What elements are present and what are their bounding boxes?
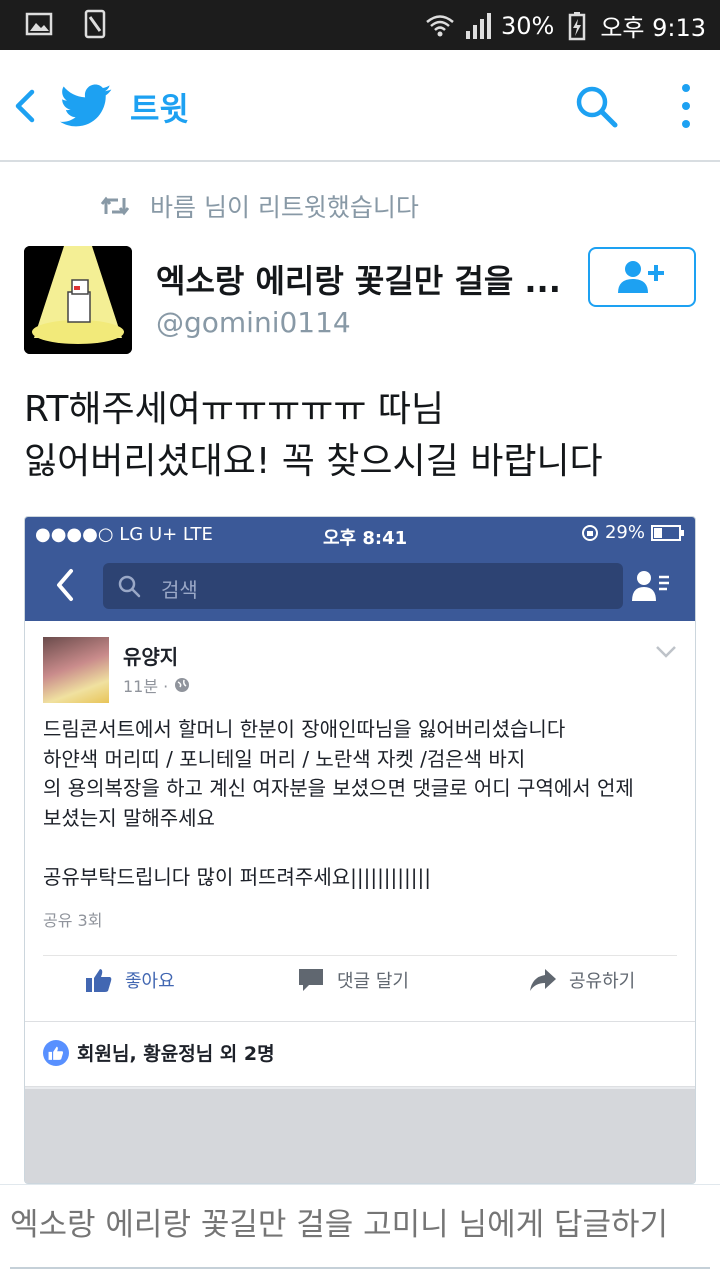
embedded-like-action: 좋아요	[85, 967, 175, 993]
clock: 오후 9:13	[600, 14, 706, 42]
embedded-share-action: 공유하기	[529, 967, 635, 993]
embedded-post-author: 유양지	[123, 645, 179, 669]
embedded-divider	[25, 1021, 695, 1022]
retweeted-by[interactable]: 바름 님이 리트윗했습니다	[100, 188, 419, 224]
embedded-post-card: 유양지 11분 · 드림콘서트에서 할머니 한분이 장애인따님을 잃어버리셨습니…	[25, 621, 695, 1087]
tweet-line: 잃어버리셨대요! 꼭 찾으시길 바랍니다	[24, 441, 603, 482]
battery-icon	[651, 524, 684, 541]
embedded-search-icon	[118, 575, 141, 598]
embedded-like-summary-text: 회원님, 황윤정님 외 2명	[77, 1043, 275, 1065]
embedded-post-line: 드림콘서트에서 할머니 한분이 장애인따님을 잃어버리셨습니다	[43, 717, 566, 741]
battery-percent: 30%	[500, 11, 555, 40]
embedded-post-body: 드림콘서트에서 할머니 한분이 장애인따님을 잃어버리셨습니다 하얀색 머리띠 …	[43, 715, 683, 892]
friends-icon	[632, 571, 669, 601]
page-title: 트윗	[130, 90, 189, 128]
overflow-menu-icon[interactable]	[674, 80, 698, 132]
embedded-like-summary: 회원님, 황윤정님 외 2명	[43, 1039, 275, 1066]
embedded-share-count: 공유 3회	[43, 911, 103, 930]
reply-input[interactable]	[0, 1185, 720, 1265]
embedded-post-time-text: 11분 ·	[123, 677, 169, 696]
embedded-search-placeholder: 검색	[161, 578, 198, 602]
gallery-notification-icon	[25, 12, 53, 36]
embedded-like-label: 좋아요	[125, 971, 175, 992]
reply-bar[interactable]	[0, 1184, 720, 1280]
embedded-clock: 오후 8:41	[323, 528, 408, 549]
embedded-status-bar: ●●●●○ LG U+ LTE 오후 8:41 29%	[25, 517, 695, 551]
signal-icon	[465, 12, 491, 39]
system-status-bar: 30% 오후 9:13	[0, 0, 720, 50]
rotation-lock-icon	[581, 524, 598, 541]
embedded-comment-action: 댓글 달기	[297, 967, 409, 993]
globe-icon	[175, 678, 190, 692]
follow-button[interactable]	[588, 247, 696, 307]
embedded-battery-percent: 29%	[604, 522, 645, 543]
tweet-line: RT해주세여ㅠㅠㅠㅠㅠ 따님	[24, 389, 445, 430]
add-user-icon	[618, 261, 664, 293]
embedded-post-line: 보셨는지 말해주세요	[43, 805, 215, 830]
tweet-media-image[interactable]: ●●●●○ LG U+ LTE 오후 8:41 29% 검색 유양지 11분 ·…	[24, 516, 696, 1184]
tweet-text: RT해주세여ㅠㅠㅠㅠㅠ 따님 잃어버리셨대요! 꼭 찾으시길 바랍니다	[24, 384, 704, 488]
embedded-back-icon	[57, 569, 73, 601]
embedded-action-row: 좋아요 댓글 달기 공유하기	[25, 967, 695, 1011]
comment-icon	[299, 969, 323, 991]
embedded-battery: 29%	[581, 522, 685, 543]
author-handle[interactable]: @gomini0114	[156, 306, 351, 339]
wifi-icon	[426, 14, 454, 36]
embedded-empty-area	[25, 1089, 695, 1183]
thumbs-up-icon	[86, 969, 112, 992]
embedded-post-line: 하얀색 머리띠 / 포니테일 머리 / 노란색 자켓 /검은색 바지	[43, 746, 526, 771]
screenshot-notification-icon	[84, 9, 106, 39]
chevron-down-icon	[656, 646, 676, 658]
embedded-post-line: 공유부탁드립니다 많이 퍼뜨려주세요||||||||||||	[43, 864, 431, 889]
author-avatar[interactable]	[24, 246, 132, 354]
retweet-icon	[100, 196, 130, 216]
retweet-label: 바름 님이 리트윗했습니다	[150, 193, 419, 222]
like-reaction-icon	[43, 1039, 69, 1066]
reply-underline	[10, 1267, 710, 1269]
embedded-post-line	[43, 833, 683, 863]
author-name[interactable]: 엑소랑 에리랑 꽃길만 걸을 ...	[156, 256, 566, 302]
back-chevron-icon[interactable]	[12, 88, 40, 124]
embedded-divider	[43, 955, 677, 956]
embedded-post-avatar	[43, 637, 109, 703]
share-arrow-icon	[530, 969, 556, 991]
twitter-bird-icon[interactable]	[60, 84, 112, 128]
embedded-share-label: 공유하기	[569, 971, 636, 992]
battery-charging-icon	[569, 11, 586, 40]
embedded-comment-label: 댓글 달기	[337, 971, 409, 992]
embedded-post-line: 의 용의복장을 하고 계신 여자분을 보셨으면 댓글로 어디 구역에서 언제	[43, 776, 634, 800]
embedded-carrier: ●●●●○ LG U+ LTE	[35, 524, 213, 545]
app-bar: 트윗	[0, 50, 720, 162]
embedded-nav-bar: 검색	[25, 551, 695, 621]
embedded-search-box: 검색	[103, 563, 623, 609]
embedded-post-time: 11분 ·	[123, 673, 190, 697]
search-icon[interactable]	[574, 84, 618, 128]
